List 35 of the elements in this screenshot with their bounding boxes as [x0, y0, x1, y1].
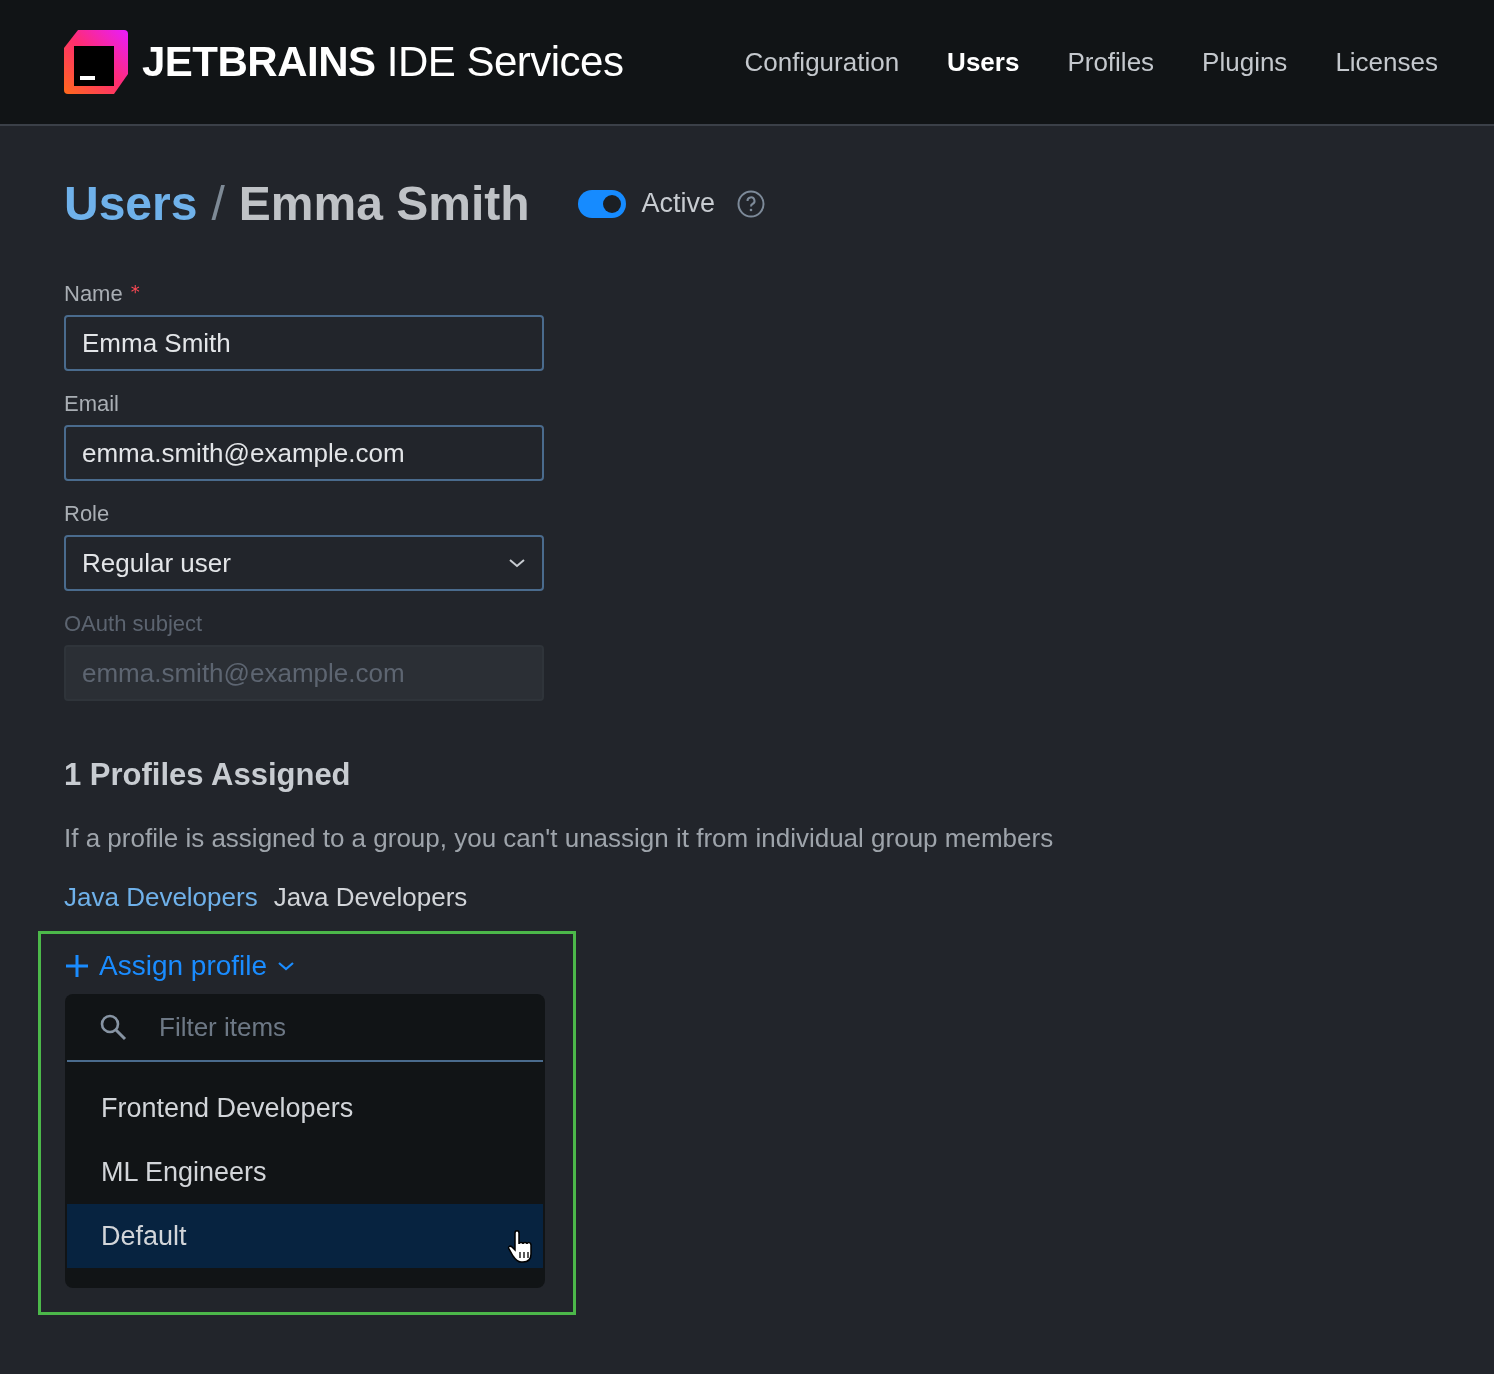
logo-icon: [64, 30, 128, 94]
profile-name: Java Developers: [273, 882, 468, 913]
nav-link[interactable]: Profiles: [1067, 46, 1155, 78]
input-field[interactable]: Emma Smith: [64, 315, 544, 371]
chevron-down-icon: [277, 960, 296, 972]
chevron-down-icon: [508, 557, 526, 569]
active-toggle[interactable]: [577, 189, 626, 218]
breadcrumb-link[interactable]: Users: [64, 176, 198, 231]
info-text: If a profile is assigned to a group, you can't unassign it from individual group members: [64, 823, 1055, 854]
search-icon: [99, 1013, 127, 1041]
assign-profile-button[interactable]: Assign profile: [65, 950, 296, 982]
toggle-label: Active: [641, 188, 716, 219]
page-title: Emma Smith: [238, 176, 530, 231]
nav-link[interactable]: Plugins: [1202, 46, 1288, 78]
filter-field[interactable]: Filter items: [157, 1010, 501, 1044]
nav-link[interactable]: Licenses: [1335, 46, 1438, 78]
nav-link[interactable]: Users: [947, 46, 1020, 78]
required-mark: *: [130, 281, 140, 304]
field-label: Email: [64, 391, 119, 417]
section-heading: 1 Profiles Assigned: [64, 757, 352, 793]
menu-item[interactable]: Default: [67, 1204, 543, 1268]
field-label: OAuth subject: [64, 611, 203, 637]
plus-icon: [65, 954, 89, 978]
breadcrumb-separator: /: [211, 176, 225, 231]
brand-name: JETBRAINS IDE Services: [142, 38, 624, 86]
menu-item[interactable]: ML Engineers: [67, 1140, 543, 1204]
menu-item[interactable]: Frontend Developers: [67, 1076, 543, 1140]
role-dropdown[interactable]: Regular user: [64, 535, 544, 591]
field-label: Role: [64, 501, 110, 527]
nav-link[interactable]: Configuration: [744, 46, 900, 78]
field-label: Name: [64, 281, 123, 307]
dropdown-value: Regular user: [82, 547, 231, 579]
help-icon[interactable]: [737, 189, 766, 218]
profile-link[interactable]: Java Developers: [64, 882, 258, 913]
input-field[interactable]: emma.smith@example.com: [64, 425, 544, 481]
